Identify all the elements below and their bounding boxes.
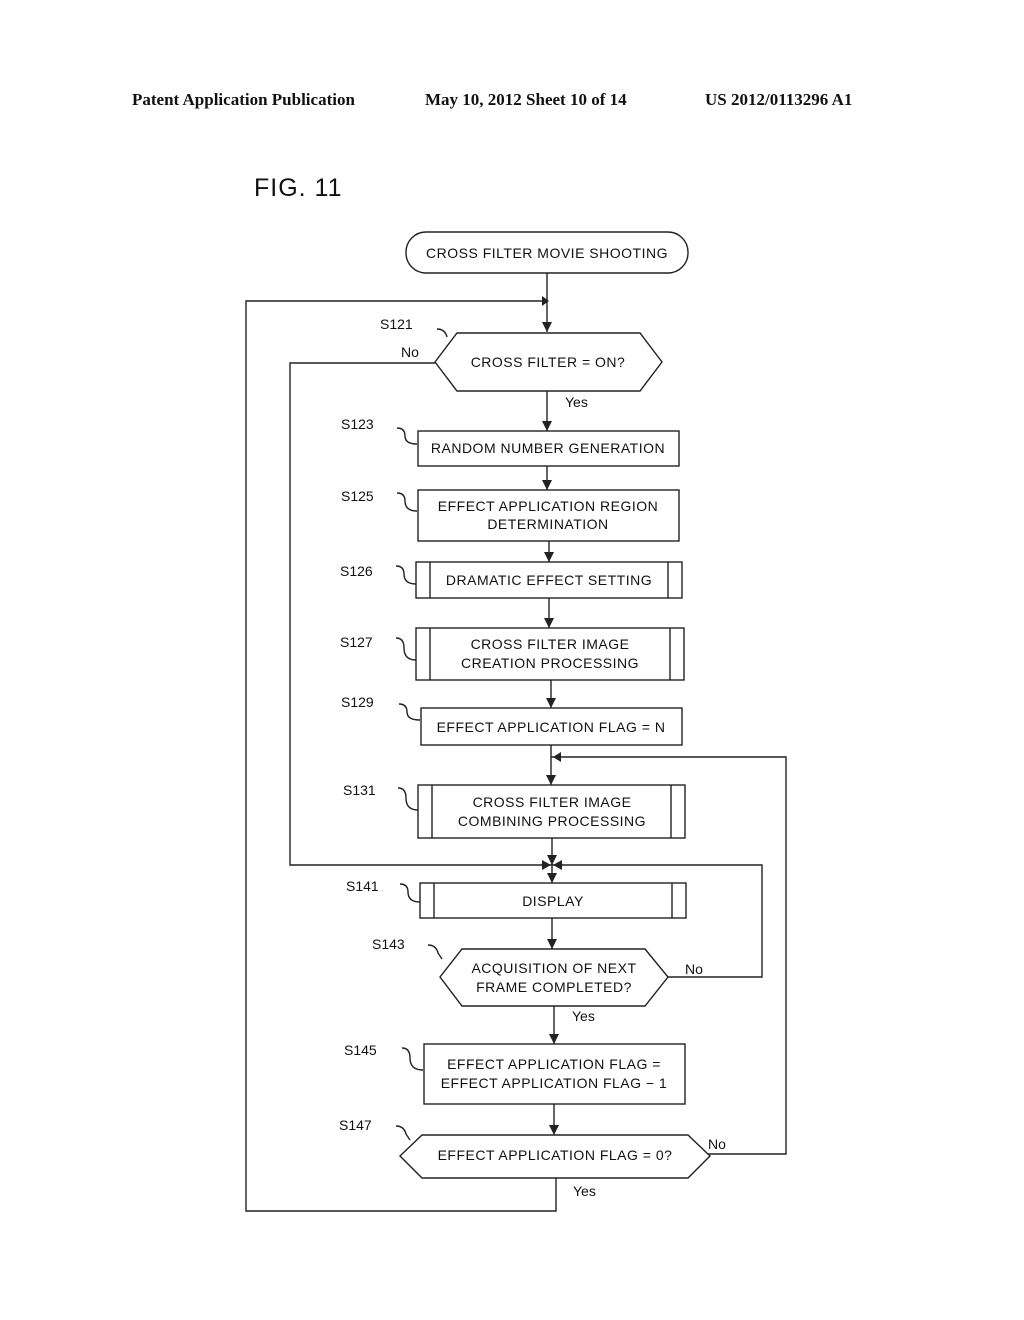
arrowhead: [553, 752, 561, 762]
arrowhead: [544, 618, 554, 628]
s145-process: [423, 1043, 686, 1105]
arrowhead: [546, 775, 556, 785]
s145-label-2: EFFECT APPLICATION FLAG − 1: [441, 1075, 668, 1091]
s143-id: S143: [372, 936, 405, 952]
s121-yes-label: Yes: [565, 394, 588, 410]
s147-label: EFFECT APPLICATION FLAG = 0?: [438, 1147, 673, 1163]
s123-id: S123: [341, 416, 374, 432]
s121-id: S121: [380, 316, 413, 332]
s147-leader: [395, 1125, 411, 1141]
s126-id: S126: [340, 563, 373, 579]
s121-no-label: No: [401, 344, 419, 360]
arrowhead: [547, 939, 557, 949]
arrowhead: [542, 296, 549, 306]
s121-label: CROSS FILTER = ON?: [471, 354, 626, 370]
arrowhead: [542, 322, 552, 332]
arrowhead: [549, 1125, 559, 1135]
s141-leader: [399, 883, 421, 903]
s121-leader: [436, 328, 448, 338]
arrowhead: [553, 860, 562, 870]
s125-id: S125: [341, 488, 374, 504]
s143-label-2: FRAME COMPLETED?: [476, 979, 632, 995]
s125-label-1: EFFECT APPLICATION REGION: [438, 498, 658, 514]
arrowhead: [542, 480, 552, 490]
s129-id: S129: [341, 694, 374, 710]
s127-leader: [395, 637, 417, 661]
s141-label: DISPLAY: [522, 893, 584, 909]
s126-leader: [395, 565, 417, 585]
s141-id: S141: [346, 878, 379, 894]
s143-leader: [427, 944, 443, 960]
flowchart: CROSS FILTER MOVIE SHOOTING CROSS FILTER…: [245, 231, 787, 1212]
s127-id: S127: [340, 634, 373, 650]
arrowhead: [549, 1034, 559, 1044]
s143-no-label: No: [685, 961, 703, 977]
s129-label: EFFECT APPLICATION FLAG = N: [437, 719, 666, 735]
arrowhead: [542, 860, 551, 870]
s131-id: S131: [343, 782, 376, 798]
arrowhead: [547, 873, 557, 883]
arrowhead: [547, 855, 557, 865]
s125-leader: [396, 492, 418, 512]
arrowhead: [544, 552, 554, 562]
s145-leader: [401, 1047, 424, 1071]
s131-label-2: COMBINING PROCESSING: [458, 813, 646, 829]
s123-leader: [396, 427, 418, 445]
s147-id: S147: [339, 1117, 372, 1133]
arrowhead: [542, 421, 552, 431]
s127-label-1: CROSS FILTER IMAGE: [471, 636, 630, 652]
s129-leader: [398, 703, 421, 721]
s147-yes-label: Yes: [573, 1183, 596, 1199]
s125-label-2: DETERMINATION: [487, 516, 608, 532]
s123-label: RANDOM NUMBER GENERATION: [431, 440, 665, 456]
s145-id: S145: [344, 1042, 377, 1058]
s147-no-label: No: [708, 1136, 726, 1152]
s126-label: DRAMATIC EFFECT SETTING: [446, 572, 652, 588]
arrowhead: [546, 698, 556, 708]
start-label: CROSS FILTER MOVIE SHOOTING: [426, 245, 668, 261]
s131-label-1: CROSS FILTER IMAGE: [473, 794, 632, 810]
s145-label-1: EFFECT APPLICATION FLAG =: [447, 1056, 661, 1072]
s143-decision: [439, 948, 669, 1007]
s127-label-2: CREATION PROCESSING: [461, 655, 639, 671]
s131-leader: [397, 787, 419, 811]
s143-yes-label: Yes: [572, 1008, 595, 1024]
s131-subroutine: [417, 784, 686, 839]
s143-label-1: ACQUISITION OF NEXT: [471, 960, 636, 976]
